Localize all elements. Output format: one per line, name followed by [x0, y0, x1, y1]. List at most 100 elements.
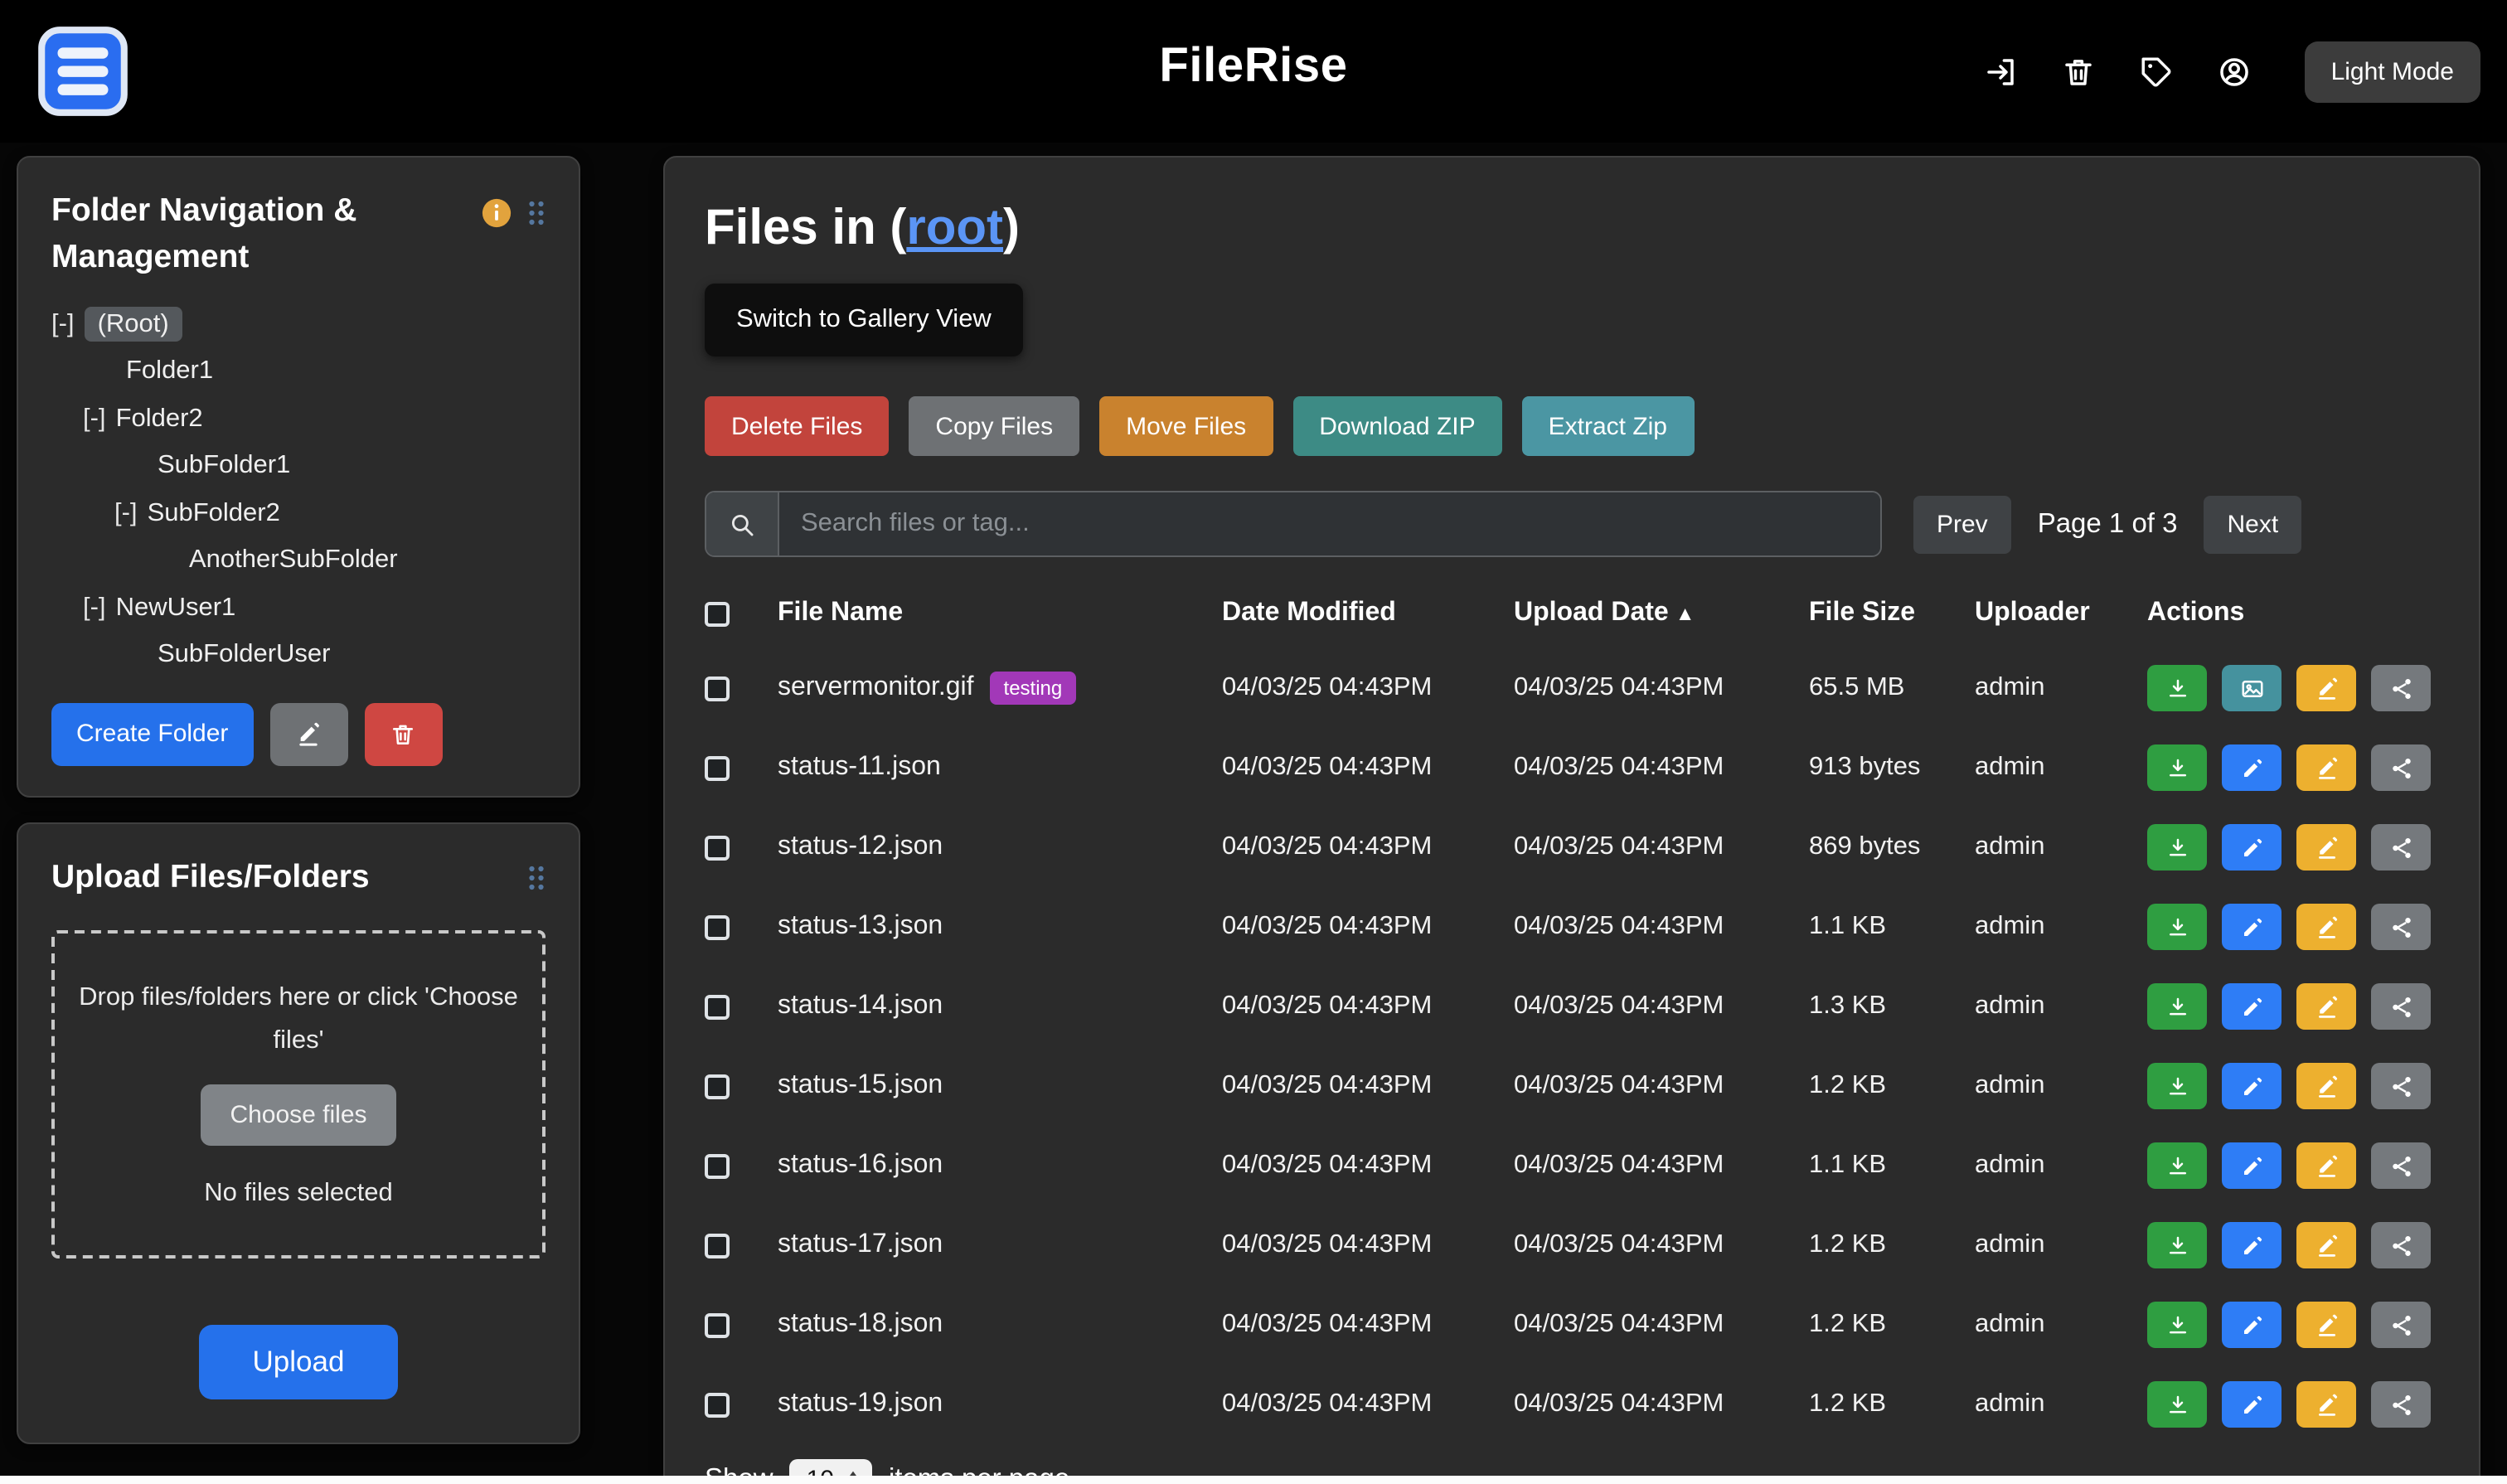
- file-name[interactable]: status-17.json: [778, 1230, 943, 1260]
- tree-label[interactable]: SubFolder1: [158, 451, 290, 479]
- tag-edit-button[interactable]: [2296, 1063, 2356, 1109]
- share-button[interactable]: [2371, 824, 2431, 871]
- tag-edit-button[interactable]: [2296, 1381, 2356, 1428]
- share-button[interactable]: [2371, 1142, 2431, 1189]
- row-checkbox[interactable]: [705, 914, 730, 939]
- edit-button[interactable]: [2222, 744, 2282, 791]
- row-checkbox[interactable]: [705, 755, 730, 780]
- row-checkbox[interactable]: [705, 676, 730, 701]
- logout-icon[interactable]: [1983, 54, 2018, 89]
- row-checkbox[interactable]: [705, 994, 730, 1019]
- download-button[interactable]: [2147, 665, 2207, 711]
- move-files-button[interactable]: Move Files: [1099, 396, 1273, 456]
- tag-edit-button[interactable]: [2296, 1222, 2356, 1268]
- row-checkbox[interactable]: [705, 835, 730, 860]
- preview-button[interactable]: [2222, 665, 2282, 711]
- tag-edit-button[interactable]: [2296, 1142, 2356, 1189]
- edit-button[interactable]: [2222, 1222, 2282, 1268]
- tree-toggle[interactable]: [-]: [51, 309, 75, 337]
- user-profile-icon[interactable]: [2217, 54, 2252, 89]
- tree-item-newuser1[interactable]: [-]NewUser1: [51, 584, 546, 632]
- edit-button[interactable]: [2222, 904, 2282, 950]
- edit-button[interactable]: [2222, 1302, 2282, 1348]
- edit-button[interactable]: [2222, 1063, 2282, 1109]
- tag-edit-button[interactable]: [2296, 744, 2356, 791]
- light-mode-button[interactable]: Light Mode: [2305, 41, 2480, 102]
- tree-label[interactable]: Folder1: [126, 356, 213, 385]
- file-name[interactable]: status-11.json: [778, 753, 941, 783]
- file-name[interactable]: status-16.json: [778, 1151, 943, 1181]
- download-button[interactable]: [2147, 983, 2207, 1030]
- col-upload-date[interactable]: Upload Date▲: [1514, 599, 1809, 628]
- share-button[interactable]: [2371, 983, 2431, 1030]
- drag-handle-icon[interactable]: [527, 199, 546, 227]
- share-button[interactable]: [2371, 1222, 2431, 1268]
- row-checkbox[interactable]: [705, 1392, 730, 1417]
- download-button[interactable]: [2147, 744, 2207, 791]
- edit-button[interactable]: [2222, 983, 2282, 1030]
- file-name[interactable]: status-18.json: [778, 1310, 943, 1340]
- file-name[interactable]: status-19.json: [778, 1389, 943, 1419]
- create-folder-button[interactable]: Create Folder: [51, 702, 253, 765]
- tag-edit-button[interactable]: [2296, 824, 2356, 871]
- search-input[interactable]: [779, 492, 1880, 555]
- choose-files-button[interactable]: Choose files: [200, 1085, 396, 1147]
- share-button[interactable]: [2371, 1063, 2431, 1109]
- tag-edit-button[interactable]: [2296, 904, 2356, 950]
- info-icon[interactable]: [481, 197, 512, 229]
- row-checkbox[interactable]: [705, 1153, 730, 1178]
- drag-handle-icon[interactable]: [527, 864, 546, 892]
- file-name[interactable]: status-13.json: [778, 912, 943, 942]
- copy-files-button[interactable]: Copy Files: [909, 396, 1079, 456]
- upload-dropzone[interactable]: Drop files/folders here or click 'Choose…: [51, 931, 546, 1258]
- tree-toggle[interactable]: [-]: [114, 498, 138, 526]
- edit-button[interactable]: [2222, 824, 2282, 871]
- tree-item-folder2[interactable]: [-]Folder2: [51, 395, 546, 443]
- download-button[interactable]: [2147, 1063, 2207, 1109]
- next-page-button[interactable]: Next: [2204, 495, 2302, 553]
- extract-zip-button[interactable]: Extract Zip: [1522, 396, 1694, 456]
- file-name[interactable]: status-12.json: [778, 832, 943, 862]
- row-checkbox[interactable]: [705, 1233, 730, 1258]
- share-button[interactable]: [2371, 1302, 2431, 1348]
- file-name[interactable]: servermonitor.gif: [778, 673, 974, 703]
- download-button[interactable]: [2147, 1142, 2207, 1189]
- delete-files-button[interactable]: Delete Files: [705, 396, 889, 456]
- tree-label[interactable]: SubFolder2: [148, 498, 280, 526]
- download-button[interactable]: [2147, 1302, 2207, 1348]
- download-button[interactable]: [2147, 824, 2207, 871]
- gallery-view-button[interactable]: Switch to Gallery View: [705, 284, 1023, 356]
- delete-folder-button[interactable]: [364, 702, 442, 765]
- file-name[interactable]: status-15.json: [778, 1071, 943, 1101]
- download-button[interactable]: [2147, 1222, 2207, 1268]
- col-file-size[interactable]: File Size: [1809, 599, 1975, 628]
- share-button[interactable]: [2371, 665, 2431, 711]
- share-button[interactable]: [2371, 904, 2431, 950]
- tag-edit-button[interactable]: [2296, 665, 2356, 711]
- tree-item-subfolderuser[interactable]: SubFolderUser: [51, 632, 546, 679]
- col-uploader[interactable]: Uploader: [1975, 599, 2147, 628]
- tree-item-anothersubfolder[interactable]: AnotherSubFolder: [51, 537, 546, 584]
- row-checkbox[interactable]: [705, 1312, 730, 1337]
- download-button[interactable]: [2147, 904, 2207, 950]
- col-date-modified[interactable]: Date Modified: [1222, 599, 1514, 628]
- tree-item-root[interactable]: [-](Root): [51, 301, 546, 348]
- root-link[interactable]: root: [906, 201, 1003, 255]
- tree-item-subfolder1[interactable]: SubFolder1: [51, 443, 546, 490]
- file-name[interactable]: status-14.json: [778, 992, 943, 1021]
- edit-button[interactable]: [2222, 1142, 2282, 1189]
- tree-toggle[interactable]: [-]: [83, 404, 106, 432]
- tree-item-subfolder2[interactable]: [-] SubFolder2: [51, 490, 546, 537]
- download-button[interactable]: [2147, 1381, 2207, 1428]
- tag-edit-button[interactable]: [2296, 983, 2356, 1030]
- row-checkbox[interactable]: [705, 1074, 730, 1098]
- tree-label[interactable]: AnotherSubFolder: [189, 546, 398, 574]
- edit-button[interactable]: [2222, 1381, 2282, 1428]
- tree-label[interactable]: SubFolderUser: [158, 640, 331, 668]
- prev-page-button[interactable]: Prev: [1913, 495, 2011, 553]
- share-button[interactable]: [2371, 1381, 2431, 1428]
- share-button[interactable]: [2371, 744, 2431, 791]
- col-file-name[interactable]: File Name: [778, 599, 1222, 628]
- tree-label[interactable]: NewUser1: [116, 593, 236, 621]
- tag-edit-button[interactable]: [2296, 1302, 2356, 1348]
